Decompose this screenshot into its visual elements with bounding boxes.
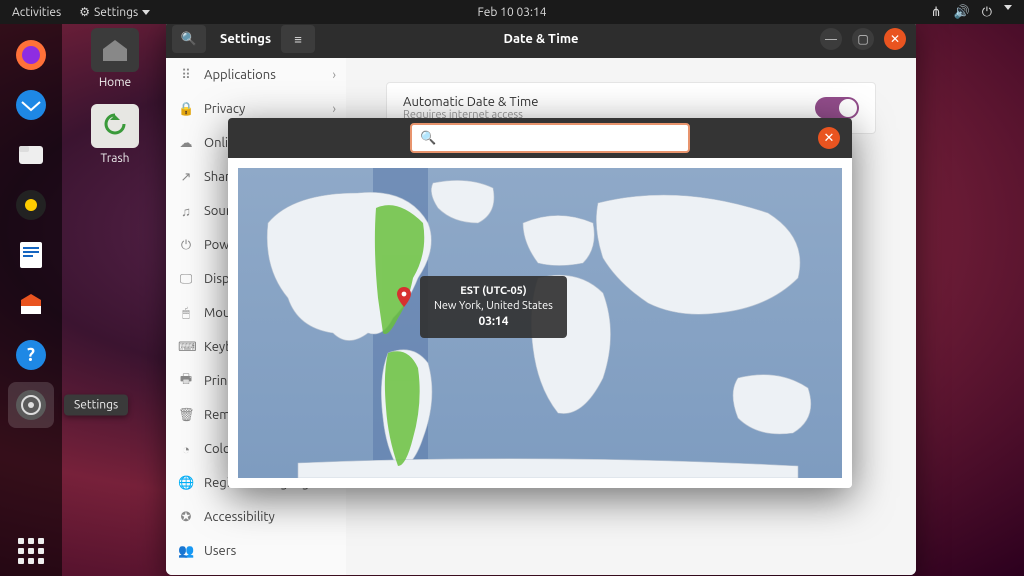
search-icon: 🔍 [420,131,436,146]
window-maximize[interactable]: ▢ [852,28,874,50]
dock-tooltip: Settings [64,395,128,416]
app-menu-label: Settings [94,6,138,19]
sidebar-item-label: Users [204,544,236,558]
hamburger-icon: ≡ [294,32,302,47]
timezone-dialog: 🔍 ✕ [228,118,852,488]
mouse-icon: 🖱 [178,306,194,321]
dock-libreoffice-writer[interactable] [8,232,54,278]
header-search-button[interactable]: 🔍 [172,25,206,53]
timezone-map[interactable]: EST (UTC-05) New York, United States 03:… [238,168,842,478]
activities-button[interactable]: Activities [12,5,61,19]
chevron-down-icon [142,10,150,15]
grid-icon: ⠿ [178,68,194,83]
chevron-right-icon: › [332,68,336,82]
timezone-pin [397,287,409,299]
window-minimize[interactable]: — [820,28,842,50]
globe-icon: 🌐 [178,476,194,491]
color-icon: ◔ [178,442,194,457]
gnome-top-bar: Activities ⚙ Settings Feb 10 03:14 ⋔ 🔊 ⏻ [0,0,1024,24]
network-status-icon[interactable]: ⋔ [931,5,942,20]
home-folder-icon [91,28,139,72]
auto-datetime-switch[interactable] [815,97,859,119]
timezone-dialog-header: 🔍 ✕ [228,118,852,158]
desktop-home[interactable]: Home [80,28,150,89]
gear-icon: ⚙ [79,5,90,19]
cloud-icon: ☁ [178,136,194,151]
header-menu-button[interactable]: ≡ [281,25,315,53]
window-title-left: Settings [220,32,271,46]
music-icon: ♫ [178,204,194,219]
dock: ? Settings [0,24,62,576]
dock-show-apps[interactable] [8,528,54,574]
users-icon: 👥 [178,544,194,559]
timezone-search-input[interactable] [436,130,680,146]
desktop-trash[interactable]: Trash [80,104,150,165]
display-icon: 🖵 [178,272,194,287]
timezone-map-container: EST (UTC-05) New York, United States 03:… [228,158,852,488]
apps-grid-icon [18,538,44,564]
sidebar-item-accessibility[interactable]: ✪ Accessibility [166,500,346,534]
svg-text:?: ? [27,345,35,365]
clock[interactable]: Feb 10 03:14 [477,6,546,19]
volume-icon[interactable]: 🔊 [954,5,970,20]
sidebar-item-applications[interactable]: ⠿ Applications › [166,58,346,92]
dock-help[interactable]: ? [8,332,54,378]
desktop-trash-label: Trash [80,152,150,165]
auto-datetime-label: Automatic Date & Time [403,95,538,109]
sidebar-item-label: Privacy [204,102,245,116]
tz-time: 03:14 [434,314,553,330]
dock-thunderbird[interactable] [8,82,54,128]
dock-settings[interactable]: Settings [8,382,54,428]
sidebar-item-label: Applications [204,68,276,82]
timezone-tooltip: EST (UTC-05) New York, United States 03:… [420,276,567,338]
dock-firefox[interactable] [8,32,54,78]
power-icon[interactable]: ⏻ [982,5,992,20]
dock-files[interactable] [8,132,54,178]
printer-icon: 🖶 [178,370,194,392]
window-headerbar: 🔍 Settings ≡ Date & Time — ▢ ✕ [166,20,916,58]
tz-abbrev: EST (UTC-05) [434,284,553,299]
dock-rhythmbox[interactable] [8,182,54,228]
keyboard-icon: ⌨ [178,340,194,355]
search-icon: 🔍 [181,32,197,47]
removable-icon: 🗑 [178,408,194,423]
share-icon: ↗ [178,170,194,185]
lock-icon: 🔒 [178,102,194,117]
tz-location: New York, United States [434,299,553,314]
sidebar-item-label: Accessibility [204,510,275,524]
window-title-center: Date & Time [503,32,578,46]
desktop-home-label: Home [80,76,150,89]
dock-software[interactable] [8,282,54,328]
chevron-right-icon: › [332,102,336,116]
accessibility-icon: ✪ [178,510,194,525]
app-menu[interactable]: ⚙ Settings [79,5,150,19]
window-close[interactable]: ✕ [884,28,906,50]
system-menu-chevron[interactable] [1004,5,1012,10]
timezone-search[interactable]: 🔍 [410,123,690,153]
power-icon: ⏻ [178,238,194,253]
timezone-dialog-close[interactable]: ✕ [818,127,840,149]
sidebar-item-users[interactable]: 👥 Users [166,534,346,568]
trash-icon [91,104,139,148]
